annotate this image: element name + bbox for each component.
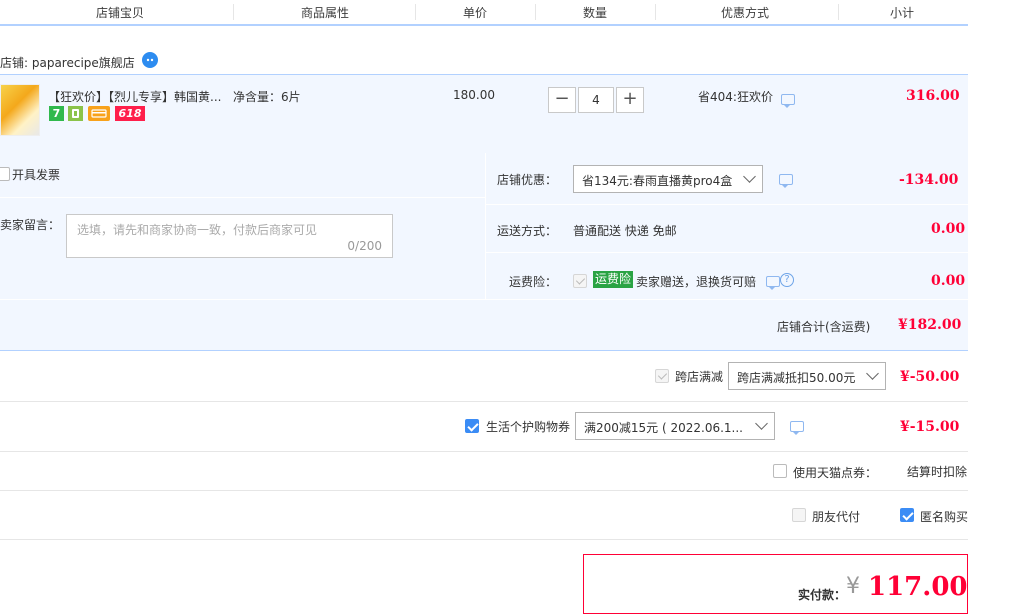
- shop-total-label: 店铺合计(含运费): [777, 320, 871, 334]
- shop-name[interactable]: 店铺: paparecipe旗舰店: [0, 54, 135, 71]
- quantity-input[interactable]: 4: [578, 87, 614, 113]
- divider: [485, 153, 486, 299]
- divider: [0, 490, 968, 491]
- coupon-selected: 满200减15元 ( 2022.06.1...: [584, 421, 744, 435]
- cross-store-select[interactable]: 跨店满减抵扣50.00元: [728, 362, 886, 390]
- tmall-points-note: 结算时扣除: [907, 465, 968, 479]
- header-subtotal: 小计: [889, 6, 914, 20]
- wangwang-chat-icon[interactable]: [142, 52, 158, 68]
- coupon-chat-icon[interactable]: [790, 421, 804, 435]
- friend-pay-checkbox: [792, 508, 806, 522]
- badge-card-icon: [88, 106, 110, 121]
- quantity-increase-button[interactable]: +: [616, 87, 644, 113]
- insurance-amount: 0.00: [931, 273, 966, 289]
- seller-message-textarea[interactable]: 选填，请先和商家协商一致，付款后商家可见 0/200: [66, 214, 393, 258]
- shipping-label: 运送方式：: [497, 224, 558, 238]
- shop-discount-label: 店铺优惠：: [497, 173, 558, 187]
- item-subtotal: 316.00: [906, 88, 960, 104]
- shop-discount-chat-icon[interactable]: [779, 174, 793, 188]
- chevron-down-icon: [755, 417, 768, 430]
- coupon-label[interactable]: 生活个护购物券: [486, 418, 570, 435]
- help-icon[interactable]: ?: [780, 273, 794, 287]
- cross-store-label: 跨店满减: [675, 370, 724, 384]
- message-counter: 0/200: [347, 239, 382, 253]
- coupon-select[interactable]: 满200减15元 ( 2022.06.1...: [575, 412, 775, 440]
- insurance-checkbox: [573, 274, 587, 288]
- shipping-value: 普通配送 快递 免邮: [573, 224, 677, 238]
- anonymous-label[interactable]: 匿名购买: [920, 508, 968, 525]
- header-discount: 优惠方式: [720, 6, 769, 20]
- payment-amount: 117.00: [868, 572, 968, 602]
- product-attribute: 净含量：6片: [233, 90, 301, 104]
- item-panel: [0, 74, 968, 154]
- header-attributes: 商品属性: [300, 6, 349, 20]
- coupon-amount: ¥-15.00: [900, 419, 960, 435]
- chevron-down-icon: [866, 367, 879, 380]
- payment-currency: ¥: [846, 574, 860, 599]
- badge-618-icon: 618: [115, 106, 145, 121]
- insurance-desc: 卖家赠送，退换货可赔: [636, 275, 757, 289]
- cross-store-checkbox: [655, 369, 669, 383]
- message-placeholder: 选填，请先和商家协商一致，付款后商家可见: [77, 223, 318, 237]
- divider: [486, 204, 968, 205]
- tmall-points-checkbox[interactable]: [773, 464, 787, 478]
- badge-guarantee-icon: [68, 106, 83, 121]
- header-shop-items: 店铺宝贝: [95, 6, 144, 20]
- invoice-label[interactable]: 开具发票: [12, 166, 60, 183]
- divider: [0, 401, 968, 402]
- unit-price: 180.00: [453, 88, 495, 102]
- insurance-tag: 运费险: [593, 271, 634, 288]
- divider: [0, 539, 968, 540]
- badge-seven-day-icon: 7: [49, 106, 64, 121]
- invoice-checkbox[interactable]: [0, 167, 10, 181]
- item-promo: 省404:狂欢价: [698, 90, 773, 104]
- product-thumbnail[interactable]: [0, 84, 40, 136]
- payment-label: 实付款：: [798, 588, 847, 602]
- anonymous-checkbox[interactable]: [900, 508, 914, 522]
- divider: [0, 197, 485, 198]
- header-quantity: 数量: [582, 6, 607, 20]
- chevron-down-icon: [743, 170, 756, 183]
- quantity-decrease-button[interactable]: −: [548, 87, 576, 113]
- column-header-bar: 店铺宝贝 商品属性 单价 数量 优惠方式 小计: [0, 0, 968, 26]
- tmall-points-label[interactable]: 使用天猫点券：: [793, 464, 877, 481]
- cross-store-amount: ¥-50.00: [900, 369, 960, 385]
- insurance-label: 运费险：: [509, 275, 558, 289]
- shop-discount-amount: -134.00: [899, 172, 959, 188]
- divider: [0, 451, 968, 452]
- promo-info-chat-icon[interactable]: [781, 94, 795, 108]
- friend-pay-label: 朋友代付: [812, 510, 861, 524]
- insurance-chat-icon[interactable]: [766, 276, 780, 290]
- product-title[interactable]: 【狂欢价】【烈儿专享】韩国黄...: [48, 88, 221, 105]
- cross-store-selected: 跨店满减抵扣50.00元: [737, 371, 856, 385]
- message-label: 给卖家留言：: [0, 218, 61, 232]
- shop-total-amount: ¥182.00: [898, 317, 962, 333]
- shipping-amount: 0.00: [931, 221, 966, 237]
- divider: [486, 252, 968, 253]
- coupon-checkbox[interactable]: [465, 419, 479, 433]
- divider: [0, 299, 968, 300]
- header-unit-price: 单价: [462, 6, 487, 20]
- shop-discount-select[interactable]: 省134元:春雨直播黄pro4盒: [573, 165, 763, 193]
- shop-discount-selected: 省134元:春雨直播黄pro4盒: [582, 174, 733, 188]
